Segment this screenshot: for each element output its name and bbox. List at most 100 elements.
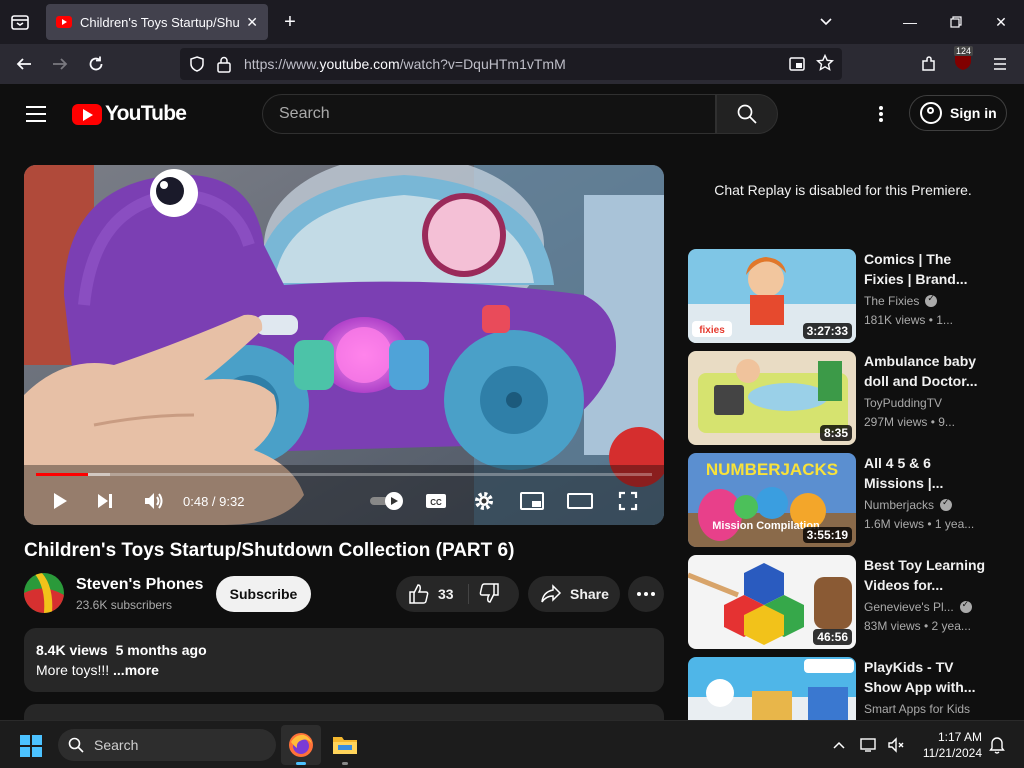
address-bar[interactable]: https://www.youtube.com/watch?v=DquHTm1v…: [180, 48, 842, 80]
miniplayer-button[interactable]: [518, 487, 546, 515]
recommendation-channel[interactable]: Numberjacks: [864, 497, 953, 512]
progress-bar[interactable]: [36, 473, 652, 476]
thumbs-down-icon: [479, 583, 499, 603]
video-thumbnail[interactable]: 46:56: [688, 555, 856, 649]
network-icon[interactable]: [859, 735, 879, 755]
list-all-tabs-icon[interactable]: [814, 10, 838, 36]
url-prefix: https://www.: [244, 56, 320, 72]
youtube-logo[interactable]: YouTube: [72, 102, 187, 126]
video-title: Children's Toys Startup/Shutdown Collect…: [24, 540, 515, 561]
theater-mode-button[interactable]: [566, 487, 594, 515]
url-text[interactable]: https://www.youtube.com/watch?v=DquHTm1v…: [244, 56, 566, 72]
recommendation-channel[interactable]: ToyPuddingTV: [864, 396, 942, 410]
play-button[interactable]: [46, 487, 74, 515]
lock-icon[interactable]: [216, 55, 232, 78]
new-tab-button[interactable]: +: [280, 10, 300, 34]
channel-name[interactable]: Steven's Phones: [76, 576, 203, 594]
subscribe-button[interactable]: Subscribe: [216, 576, 311, 612]
recommendation-item[interactable]: 46:56 Best Toy Learning Videos for... Ge…: [688, 555, 998, 649]
restore-button[interactable]: [944, 10, 968, 35]
open-indicator: [342, 762, 348, 765]
description-box[interactable]: 8.4K views 5 months ago More toys!!! ...m…: [24, 628, 664, 692]
back-icon[interactable]: [12, 52, 36, 76]
reload-icon[interactable]: [84, 52, 108, 76]
system-clock[interactable]: 1:17 AM 11/21/2024: [912, 729, 982, 761]
description-text: More toys!!! ...more: [36, 662, 652, 678]
clock-date: 11/21/2024: [922, 746, 982, 760]
active-indicator: [296, 762, 306, 765]
chat-replay-notice: Chat Replay is disabled for this Premier…: [714, 182, 972, 198]
recommendation-title[interactable]: PlayKids - TV Show App with...: [864, 657, 994, 697]
recommendation-item[interactable]: fixies 3:27:33 Comics | The Fixies | Bra…: [688, 249, 998, 343]
tracking-protection-icon[interactable]: [188, 55, 206, 78]
recommendation-channel[interactable]: Smart Apps for Kids: [864, 702, 970, 716]
like-count: 33: [438, 586, 454, 602]
volume-muted-icon[interactable]: [886, 735, 906, 755]
more-actions-button[interactable]: [628, 576, 664, 612]
video-thumbnail[interactable]: [688, 657, 856, 720]
search-icon: [737, 104, 757, 124]
recommendation-title[interactable]: All 4 5 & 6 Missions |...: [864, 453, 994, 493]
recommendation-title[interactable]: Ambulance baby doll and Doctor...: [864, 351, 994, 391]
mute-button[interactable]: [139, 487, 167, 515]
search-input[interactable]: [279, 105, 715, 123]
video-thumbnail[interactable]: 8:35: [688, 351, 856, 445]
fullscreen-icon: [618, 491, 638, 511]
show-more-link[interactable]: ...more: [113, 662, 159, 678]
recommendation-title[interactable]: Comics | The Fixies | Brand...: [864, 249, 994, 289]
sign-in-button[interactable]: Sign in: [909, 95, 1007, 131]
dislike-button[interactable]: [478, 582, 502, 606]
video-duration: 3:55:19: [802, 527, 852, 543]
recommendation-title[interactable]: Best Toy Learning Videos for...: [864, 555, 994, 595]
video-meta: 8.4K views 5 months ago: [36, 642, 652, 658]
tab-overview-icon[interactable]: [8, 10, 32, 34]
show-hidden-icons-chevron-icon[interactable]: [829, 735, 849, 755]
url-host: youtube.com: [319, 56, 400, 72]
file-explorer-taskbar-icon[interactable]: [325, 725, 365, 765]
app-menu-icon[interactable]: [988, 52, 1012, 76]
search-box: [262, 94, 716, 134]
video-thumbnail[interactable]: fixies 3:27:33: [688, 249, 856, 343]
skip-next-icon: [98, 494, 112, 508]
taskbar-search[interactable]: Search: [58, 729, 276, 761]
share-button[interactable]: Share: [528, 576, 620, 612]
video-player[interactable]: 0:48 / 9:32 CC: [24, 165, 664, 525]
recommendation-channel[interactable]: The Fixies: [864, 293, 938, 308]
subtitles-button[interactable]: CC: [422, 487, 450, 515]
extensions-icon[interactable]: [917, 52, 941, 76]
windows-taskbar: Search 1:17 AM 11/21/2024: [0, 720, 1024, 768]
recommendation-item[interactable]: 8:35 Ambulance baby doll and Doctor... T…: [688, 351, 998, 445]
firefox-taskbar-icon[interactable]: [281, 725, 321, 765]
recommendation-channel[interactable]: Genevieve's Pl...: [864, 599, 972, 614]
ublock-extension-icon[interactable]: 124: [952, 46, 974, 72]
tab-close-icon[interactable]: ✕: [246, 14, 258, 31]
url-path: /watch?v=DquHTm1vTmM: [399, 56, 566, 72]
settings-kebab-icon[interactable]: [872, 104, 890, 124]
search-button[interactable]: [716, 94, 778, 134]
taskbar-search-label: Search: [94, 737, 139, 753]
notification-bell-icon[interactable]: [987, 735, 1007, 755]
windows-start-icon[interactable]: [20, 735, 42, 757]
like-dislike-bar: 33: [396, 576, 519, 612]
like-button[interactable]: 33: [396, 576, 468, 612]
browser-tab-active[interactable]: Children's Toys Startup/Shutdo ✕: [46, 4, 268, 40]
close-window-button[interactable]: ✕: [989, 10, 1013, 34]
channel-label: Smart Apps for Kids: [864, 702, 971, 716]
video-thumbnail[interactable]: NUMBERJACKS Mission Compilation 3:55:19: [688, 453, 856, 547]
recommendation-item[interactable]: PlayKids - TV Show App with... Smart App…: [688, 657, 998, 720]
subscriber-count: 23.6K subscribers: [76, 598, 173, 612]
account-icon: [920, 102, 942, 124]
next-video-button[interactable]: [91, 487, 119, 515]
autoplay-toggle[interactable]: [366, 487, 408, 515]
channel-avatar[interactable]: [24, 573, 64, 613]
recommendation-item[interactable]: NUMBERJACKS Mission Compilation 3:55:19 A…: [688, 453, 998, 547]
guide-menu-icon[interactable]: [26, 106, 46, 122]
fullscreen-button[interactable]: [614, 487, 642, 515]
settings-button[interactable]: [470, 487, 498, 515]
like-separator: [468, 584, 469, 604]
picture-in-picture-icon[interactable]: [788, 55, 806, 78]
bookmark-star-icon[interactable]: [815, 53, 835, 77]
channel-label: Numberjacks: [864, 498, 935, 512]
minimize-button[interactable]: —: [898, 10, 922, 34]
forward-icon[interactable]: [48, 52, 72, 76]
